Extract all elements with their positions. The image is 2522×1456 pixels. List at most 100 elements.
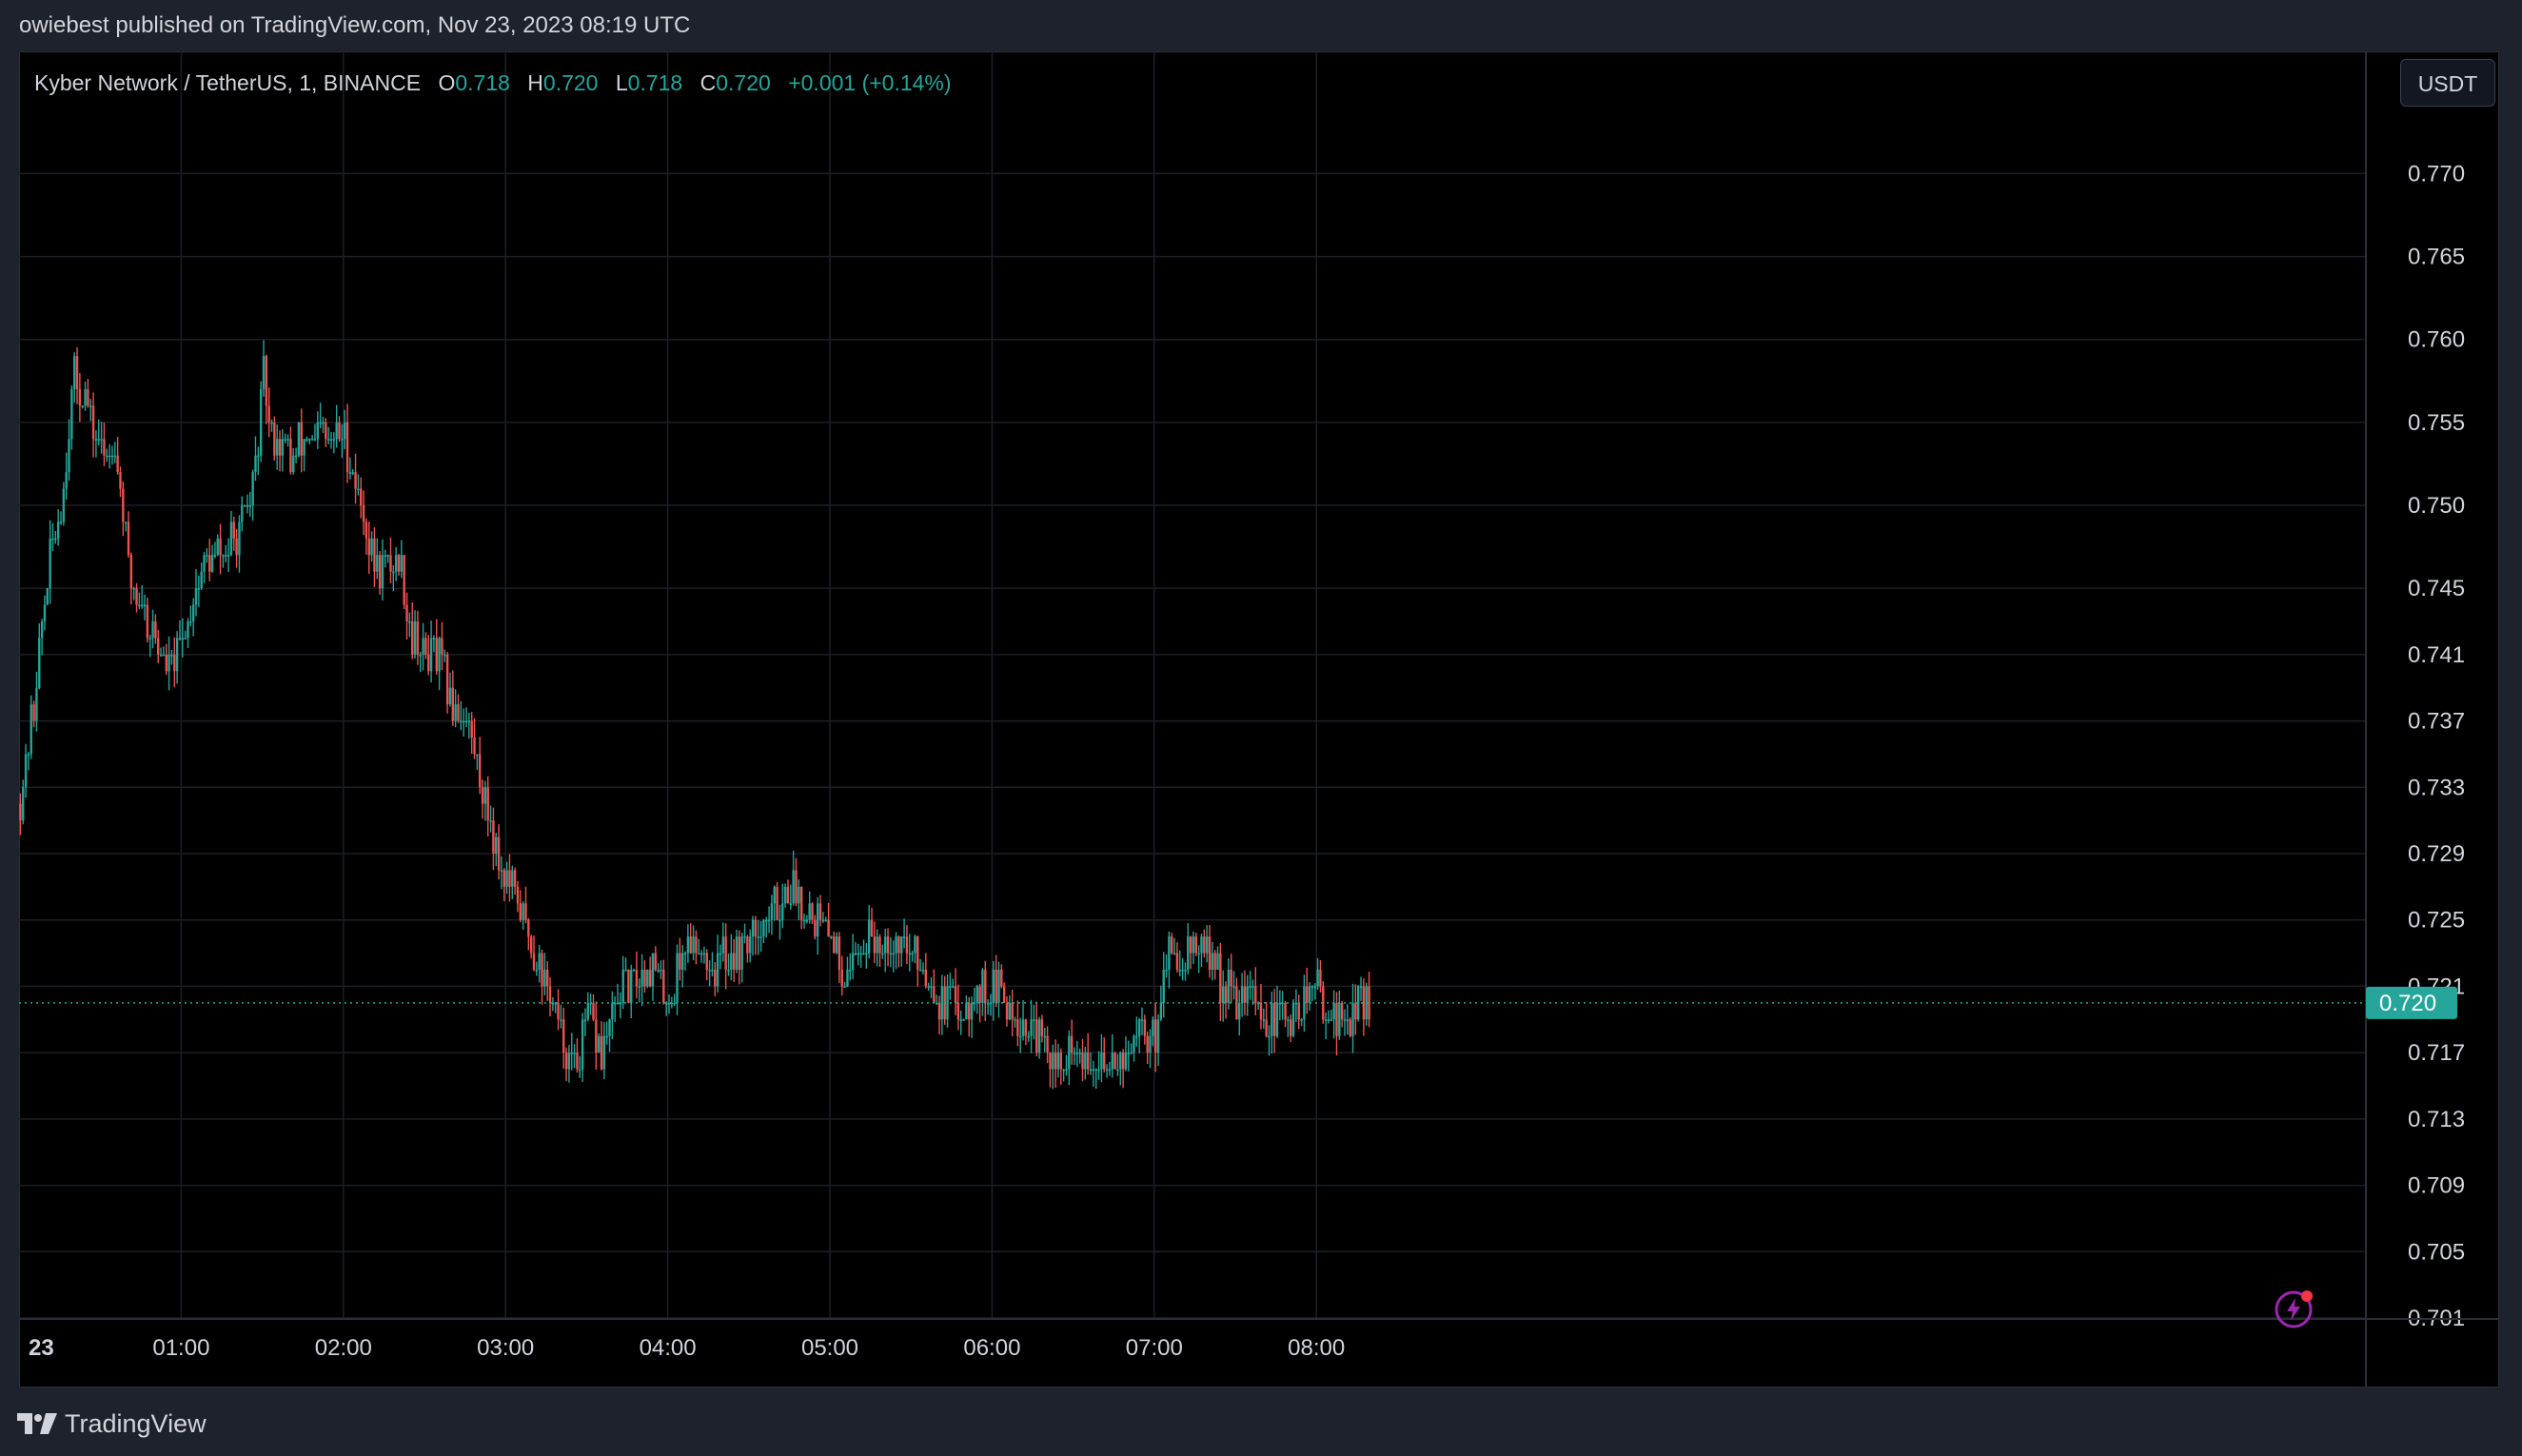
candle-body (676, 953, 679, 1003)
candle-body (1316, 970, 1319, 987)
candle-body (681, 953, 684, 970)
candle-body (1000, 970, 1003, 987)
candle-body (968, 1002, 971, 1020)
candle-body (605, 1035, 608, 1038)
y-tick-label: 0.741 (2408, 642, 2465, 668)
candle-body (40, 621, 44, 639)
candle-body (1306, 986, 1309, 1003)
candle-body (1149, 1035, 1152, 1053)
candle-body (516, 886, 520, 904)
candle-body (621, 970, 624, 1003)
candle-body (1278, 1002, 1282, 1005)
symbol-title[interactable]: Kyber Network / TetherUS, 1, BINANCE (34, 70, 421, 95)
candle-body (705, 953, 708, 970)
candle-body (470, 720, 473, 738)
high-value: 0.720 (542, 70, 599, 95)
candle-body (727, 970, 730, 972)
candle-body (1251, 986, 1254, 989)
candle-body (1168, 936, 1171, 970)
candle-body (1124, 1053, 1128, 1070)
candle-body (532, 953, 536, 970)
candle-body (56, 521, 60, 539)
candle-body (1135, 1035, 1138, 1038)
y-tick-label: 0.745 (2408, 576, 2465, 601)
candle-body (397, 555, 401, 572)
candle-body (821, 919, 825, 922)
currency-button[interactable]: USDT (2400, 59, 2495, 107)
candle-body (749, 936, 752, 954)
footer-brand-label: TradingView (65, 1408, 207, 1438)
candle-body (1171, 936, 1173, 954)
candle-body (65, 472, 68, 489)
candle-body (326, 439, 330, 441)
candle-body (702, 953, 706, 955)
candle-body (689, 936, 692, 954)
candle-body (1181, 970, 1184, 972)
candle-body (197, 588, 201, 590)
candle-body (365, 521, 368, 539)
candle-body (170, 654, 173, 657)
candle-body (908, 953, 911, 955)
price-chart[interactable]: 23 01:00 02:00 03:00 04:00 05:00 06:00 07:00 08:… (19, 51, 2499, 1387)
candle-body (32, 704, 35, 721)
candle-body (867, 919, 871, 954)
candle-body (38, 638, 41, 688)
candle-body (457, 704, 460, 721)
candle-body (1133, 1035, 1135, 1053)
candle-body (416, 621, 420, 655)
candle-body (222, 555, 225, 557)
candle-body (286, 439, 289, 441)
candle-body (1068, 1035, 1071, 1070)
candle-body (900, 936, 903, 954)
candle-body (1108, 1069, 1112, 1072)
candle-body (1351, 1002, 1354, 1036)
candle-body (429, 638, 433, 672)
candle-body (289, 439, 292, 473)
candle-body (579, 1069, 581, 1072)
candle-body (476, 754, 479, 757)
candle-body (322, 422, 325, 424)
candle-body (522, 903, 524, 920)
candle-body (30, 704, 32, 755)
candle-body (413, 621, 417, 655)
candle-body (1187, 936, 1190, 970)
lightning-icon[interactable] (2273, 1289, 2315, 1330)
candle-body (1046, 1035, 1049, 1053)
last-price-badge: 0.720 (2366, 986, 2457, 1019)
candle-body (467, 720, 471, 723)
candle-body (1192, 936, 1195, 954)
candle-body (708, 970, 711, 972)
candle-body (935, 1002, 938, 1005)
candle-body (1121, 1053, 1125, 1070)
low-value: 0.718 (627, 70, 683, 95)
candle-body (500, 870, 503, 873)
candle-body (837, 936, 841, 970)
candle-body (897, 936, 900, 954)
candle-body (1240, 986, 1244, 1003)
candle-body (1230, 970, 1232, 987)
candle-body (1243, 986, 1247, 1003)
grid (19, 51, 2366, 1319)
candle-body (422, 638, 424, 655)
y-tick-label: 0.737 (2408, 709, 2465, 735)
candle-body (986, 1002, 990, 1005)
candle-body (357, 488, 360, 491)
candle-body (251, 472, 254, 505)
candle-body (303, 439, 305, 456)
candle-body (281, 439, 285, 456)
candle-body (486, 787, 489, 821)
footer-brand[interactable]: TradingView (17, 1405, 207, 1443)
candle-body (411, 621, 414, 655)
y-tick-label: 0.755 (2408, 410, 2465, 436)
candle-body (354, 472, 357, 489)
candle-body (595, 1019, 598, 1053)
candle-body (43, 604, 47, 621)
candle-body (159, 654, 163, 657)
candle-body (438, 638, 441, 672)
candle-body (225, 555, 227, 557)
candle-body (865, 953, 868, 955)
candle-body (345, 422, 349, 473)
candle-body (1349, 1019, 1351, 1036)
candle-body (238, 521, 241, 556)
candle-body (1043, 1035, 1046, 1038)
